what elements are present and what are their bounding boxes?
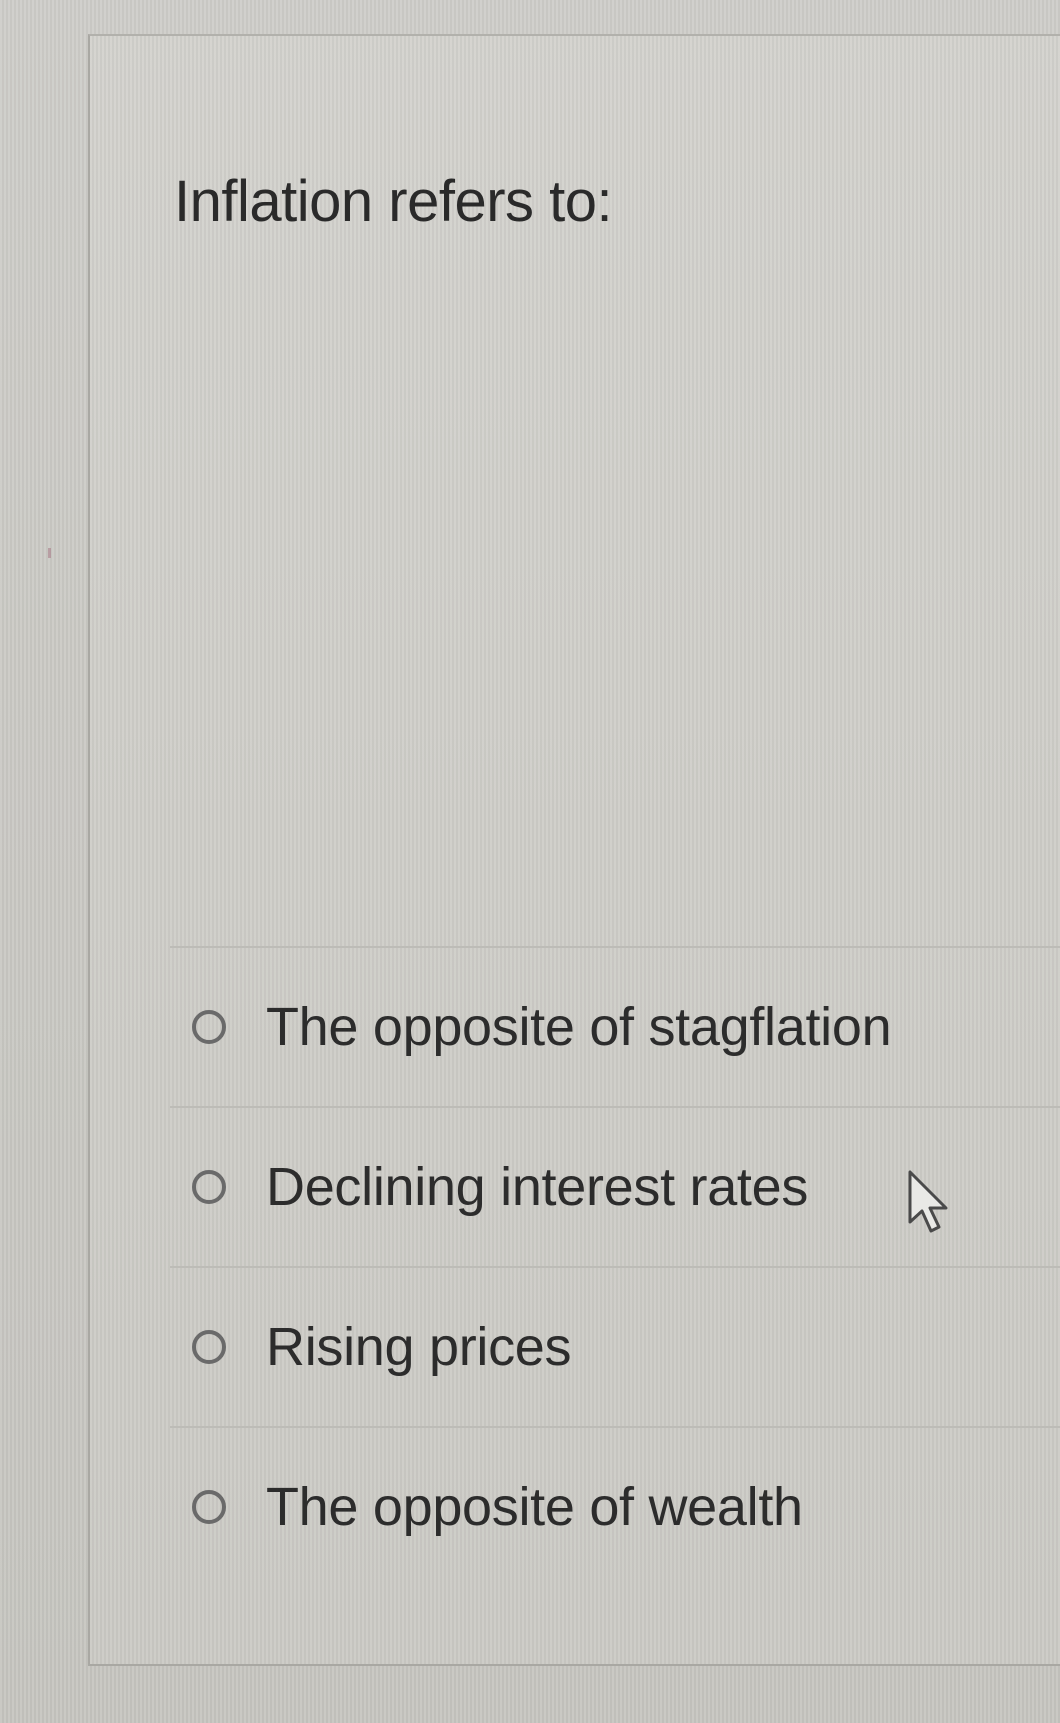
answer-label[interactable]: The opposite of stagflation	[266, 996, 892, 1058]
radio-button[interactable]	[192, 1010, 226, 1044]
answer-list: The opposite of stagflation Declining in…	[170, 946, 1060, 1586]
answer-label[interactable]: Rising prices	[266, 1316, 572, 1378]
answer-option-4[interactable]: The opposite of wealth	[170, 1428, 1060, 1586]
radio-button[interactable]	[192, 1330, 226, 1364]
answer-option-1[interactable]: The opposite of stagflation	[170, 948, 1060, 1106]
pointer-arrow-icon	[908, 1170, 948, 1233]
radio-button[interactable]	[192, 1170, 226, 1204]
screen-artifact	[48, 548, 51, 558]
radio-button[interactable]	[192, 1490, 226, 1524]
answer-option-3[interactable]: Rising prices	[170, 1268, 1060, 1426]
question-text: Inflation refers to:	[174, 169, 613, 234]
answer-label[interactable]: Declining interest rates	[266, 1156, 808, 1218]
answer-label[interactable]: The opposite of wealth	[266, 1476, 803, 1538]
